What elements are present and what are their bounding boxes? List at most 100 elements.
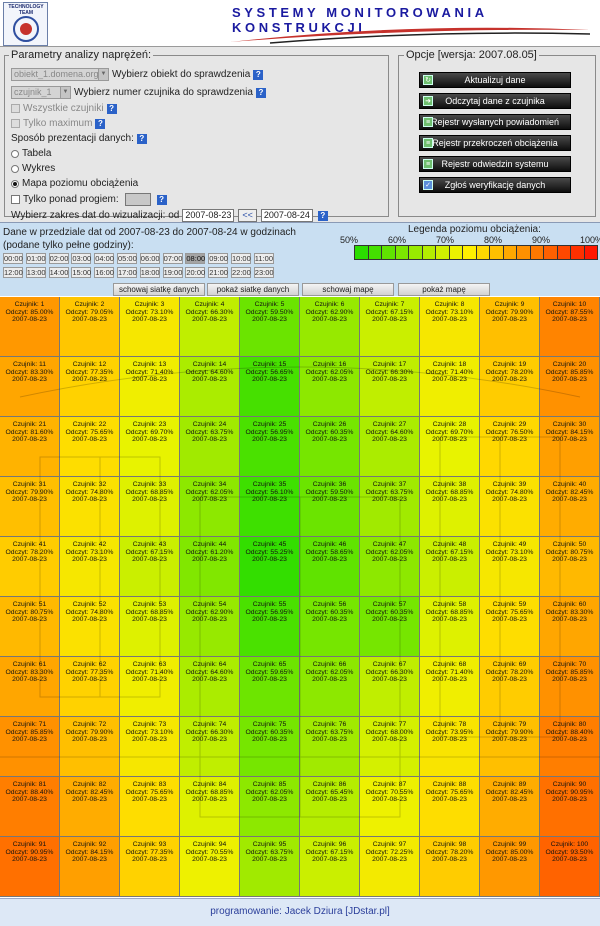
read-sensor-button[interactable]: ➜ Odczytaj dane z czujnika (419, 93, 571, 109)
sensor-cell[interactable]: Czujnik: 26 Odczyt: 60.35% 2007-08-23 (300, 417, 360, 477)
sensor-cell[interactable]: Czujnik: 48 Odczyt: 67.15% 2007-08-23 (420, 537, 480, 597)
sensor-cell[interactable]: Czujnik: 24 Odczyt: 63.75% 2007-08-23 (180, 417, 240, 477)
sensor-cell[interactable]: Czujnik: 4 Odczyt: 66.30% 2007-08-23 (180, 297, 240, 357)
sensor-cell[interactable]: Czujnik: 47 Odczyt: 62.05% 2007-08-23 (360, 537, 420, 597)
hide-map-button[interactable]: schowaj mapę (302, 283, 394, 296)
sensor-cell[interactable]: Czujnik: 55 Odczyt: 56.95% 2007-08-23 (240, 597, 300, 657)
sensor-cell[interactable]: Czujnik: 46 Odczyt: 58.65% 2007-08-23 (300, 537, 360, 597)
sensor-cell[interactable]: Czujnik: 88 Odczyt: 75.65% 2007-08-23 (420, 777, 480, 837)
sensor-cell[interactable]: Czujnik: 30 Odczyt: 84.15% 2007-08-23 (540, 417, 600, 477)
hour-button[interactable]: 04:00 (94, 253, 115, 264)
sensor-cell[interactable]: Czujnik: 41 Odczyt: 78.20% 2007-08-23 (0, 537, 60, 597)
hour-button[interactable]: 06:00 (139, 253, 160, 264)
sensor-cell[interactable]: Czujnik: 13 Odczyt: 71.40% 2007-08-23 (120, 357, 180, 417)
sensor-cell[interactable]: Czujnik: 44 Odczyt: 61.20% 2007-08-23 (180, 537, 240, 597)
sensor-cell[interactable]: Czujnik: 34 Odczyt: 62.05% 2007-08-23 (180, 477, 240, 537)
radio-map[interactable] (11, 179, 19, 188)
sensor-cell[interactable]: Czujnik: 67 Odczyt: 66.30% 2007-08-23 (360, 657, 420, 717)
object-select[interactable]: obiekt_1.domena.org ▼ (11, 68, 109, 81)
help-icon[interactable]: ? (106, 103, 117, 114)
show-map-button[interactable]: pokaż mapę (398, 283, 490, 296)
sensor-cell[interactable]: Czujnik: 79 Odczyt: 79.90% 2007-08-23 (480, 717, 540, 777)
hour-button[interactable]: 11:00 (253, 253, 274, 264)
date-swap-button[interactable]: << (238, 209, 257, 222)
sensor-cell[interactable]: Czujnik: 14 Odczyt: 64.60% 2007-08-23 (180, 357, 240, 417)
sensor-cell[interactable]: Czujnik: 36 Odczyt: 59.50% 2007-08-23 (300, 477, 360, 537)
sensor-cell[interactable]: Czujnik: 64 Odczyt: 64.60% 2007-08-23 (180, 657, 240, 717)
sensor-cell[interactable]: Czujnik: 1 Odczyt: 85.00% 2007-08-23 (0, 297, 60, 357)
hour-button[interactable]: 00:00 (3, 253, 23, 264)
hour-button[interactable]: 07:00 (162, 253, 183, 264)
help-icon[interactable]: ? (95, 118, 106, 129)
sensor-cell[interactable]: Czujnik: 66 Odczyt: 62.05% 2007-08-23 (300, 657, 360, 717)
sensor-cell[interactable]: Czujnik: 63 Odczyt: 71.40% 2007-08-23 (120, 657, 180, 717)
sensor-cell[interactable]: Czujnik: 27 Odczyt: 64.60% 2007-08-23 (360, 417, 420, 477)
date-to-input[interactable]: 2007-08-24 (260, 209, 313, 222)
help-icon[interactable]: ? (317, 210, 328, 221)
sensor-cell[interactable]: Czujnik: 42 Odczyt: 73.10% 2007-08-23 (60, 537, 120, 597)
sensor-cell[interactable]: Czujnik: 6 Odczyt: 62.90% 2007-08-23 (300, 297, 360, 357)
sensor-cell[interactable]: Czujnik: 92 Odczyt: 84.15% 2007-08-23 (60, 837, 120, 897)
hide-grid-button[interactable]: schowaj siatkę danych (113, 283, 205, 296)
sensor-cell[interactable]: Czujnik: 43 Odczyt: 67.15% 2007-08-23 (120, 537, 180, 597)
sensor-cell[interactable]: Czujnik: 2 Odczyt: 79.05% 2007-08-23 (60, 297, 120, 357)
sensor-cell[interactable]: Czujnik: 70 Odczyt: 85.85% 2007-08-23 (540, 657, 600, 717)
hour-button[interactable]: 21:00 (208, 267, 229, 278)
sensor-cell[interactable]: Czujnik: 84 Odczyt: 68.85% 2007-08-23 (180, 777, 240, 837)
hour-button[interactable]: 03:00 (71, 253, 92, 264)
sensor-cell[interactable]: Czujnik: 75 Odczyt: 60.35% 2007-08-23 (240, 717, 300, 777)
hour-button[interactable]: 16:00 (94, 267, 115, 278)
sensor-cell[interactable]: Czujnik: 25 Odczyt: 56.95% 2007-08-23 (240, 417, 300, 477)
notifications-log-button[interactable]: ≡ Rejestr wysłanych powiadomień (419, 114, 571, 130)
hour-button[interactable]: 20:00 (185, 267, 206, 278)
sensor-cell[interactable]: Czujnik: 29 Odczyt: 76.50% 2007-08-23 (480, 417, 540, 477)
sensor-cell[interactable]: Czujnik: 33 Odczyt: 68.85% 2007-08-23 (120, 477, 180, 537)
sensor-cell[interactable]: Czujnik: 96 Odczyt: 67.15% 2007-08-23 (300, 837, 360, 897)
sensor-cell[interactable]: Czujnik: 97 Odczyt: 72.25% 2007-08-23 (360, 837, 420, 897)
sensor-cell[interactable]: Czujnik: 16 Odczyt: 62.05% 2007-08-23 (300, 357, 360, 417)
sensor-cell[interactable]: Czujnik: 23 Odczyt: 69.70% 2007-08-23 (120, 417, 180, 477)
hour-button[interactable]: 08:00 (185, 253, 206, 264)
sensor-cell[interactable]: Czujnik: 45 Odczyt: 55.25% 2007-08-23 (240, 537, 300, 597)
sensor-cell[interactable]: Czujnik: 20 Odczyt: 85.85% 2007-08-23 (540, 357, 600, 417)
sensor-cell[interactable]: Czujnik: 5 Odczyt: 59.50% 2007-08-23 (240, 297, 300, 357)
sensor-cell[interactable]: Czujnik: 32 Odczyt: 74.80% 2007-08-23 (60, 477, 120, 537)
help-icon[interactable]: ? (136, 133, 147, 144)
sensor-cell[interactable]: Czujnik: 19 Odczyt: 78.20% 2007-08-23 (480, 357, 540, 417)
sensor-cell[interactable]: Czujnik: 54 Odczyt: 62.90% 2007-08-23 (180, 597, 240, 657)
hour-button[interactable]: 02:00 (48, 253, 69, 264)
sensor-cell[interactable]: Czujnik: 73 Odczyt: 73.10% 2007-08-23 (120, 717, 180, 777)
sensor-cell[interactable]: Czujnik: 94 Odczyt: 70.55% 2007-08-23 (180, 837, 240, 897)
sensor-cell[interactable]: Czujnik: 80 Odczyt: 88.40% 2007-08-23 (540, 717, 600, 777)
sensor-cell[interactable]: Czujnik: 76 Odczyt: 63.75% 2007-08-23 (300, 717, 360, 777)
sensor-cell[interactable]: Czujnik: 22 Odczyt: 75.65% 2007-08-23 (60, 417, 120, 477)
overload-log-button[interactable]: ≡ Rejestr przekroczeń obciążenia (419, 135, 571, 151)
sensor-cell[interactable]: Czujnik: 49 Odczyt: 73.10% 2007-08-23 (480, 537, 540, 597)
hour-button[interactable]: 05:00 (117, 253, 137, 264)
sensor-cell[interactable]: Czujnik: 28 Odczyt: 69.70% 2007-08-23 (420, 417, 480, 477)
sensor-cell[interactable]: Czujnik: 95 Odczyt: 63.75% 2007-08-23 (240, 837, 300, 897)
report-verification-button[interactable]: ✓ Zgłoś weryfikację danych (419, 177, 571, 193)
sensor-cell[interactable]: Czujnik: 91 Odczyt: 90.95% 2007-08-23 (0, 837, 60, 897)
sensor-cell[interactable]: Czujnik: 8 Odczyt: 73.10% 2007-08-23 (420, 297, 480, 357)
sensor-cell[interactable]: Czujnik: 11 Odczyt: 83.30% 2007-08-23 (0, 357, 60, 417)
sensor-cell[interactable]: Czujnik: 31 Odczyt: 79.90% 2007-08-23 (0, 477, 60, 537)
sensor-cell[interactable]: Czujnik: 53 Odczyt: 68.85% 2007-08-23 (120, 597, 180, 657)
sensor-cell[interactable]: Czujnik: 99 Odczyt: 85.00% 2007-08-23 (480, 837, 540, 897)
hour-button[interactable]: 17:00 (117, 267, 137, 278)
hour-button[interactable]: 15:00 (71, 267, 92, 278)
hour-button[interactable]: 22:00 (231, 267, 251, 278)
sensor-cell[interactable]: Czujnik: 81 Odczyt: 88.40% 2007-08-23 (0, 777, 60, 837)
sensor-cell[interactable]: Czujnik: 86 Odczyt: 65.45% 2007-08-23 (300, 777, 360, 837)
sensor-cell[interactable]: Czujnik: 59 Odczyt: 75.65% 2007-08-23 (480, 597, 540, 657)
sensor-cell[interactable]: Czujnik: 65 Odczyt: 59.65% 2007-08-23 (240, 657, 300, 717)
visits-log-button[interactable]: ≡ Rejestr odwiedzin systemu (419, 156, 571, 172)
sensor-cell[interactable]: Czujnik: 51 Odczyt: 80.75% 2007-08-23 (0, 597, 60, 657)
hour-button[interactable]: 09:00 (208, 253, 229, 264)
sensor-cell[interactable]: Czujnik: 38 Odczyt: 68.85% 2007-08-23 (420, 477, 480, 537)
sensor-cell[interactable]: Czujnik: 39 Odczyt: 74.80% 2007-08-23 (480, 477, 540, 537)
sensor-cell[interactable]: Czujnik: 15 Odczyt: 56.65% 2007-08-23 (240, 357, 300, 417)
sensor-cell[interactable]: Czujnik: 57 Odczyt: 60.35% 2007-08-23 (360, 597, 420, 657)
max-only-checkbox[interactable] (11, 119, 20, 128)
sensor-cell[interactable]: Czujnik: 74 Odczyt: 66.30% 2007-08-23 (180, 717, 240, 777)
